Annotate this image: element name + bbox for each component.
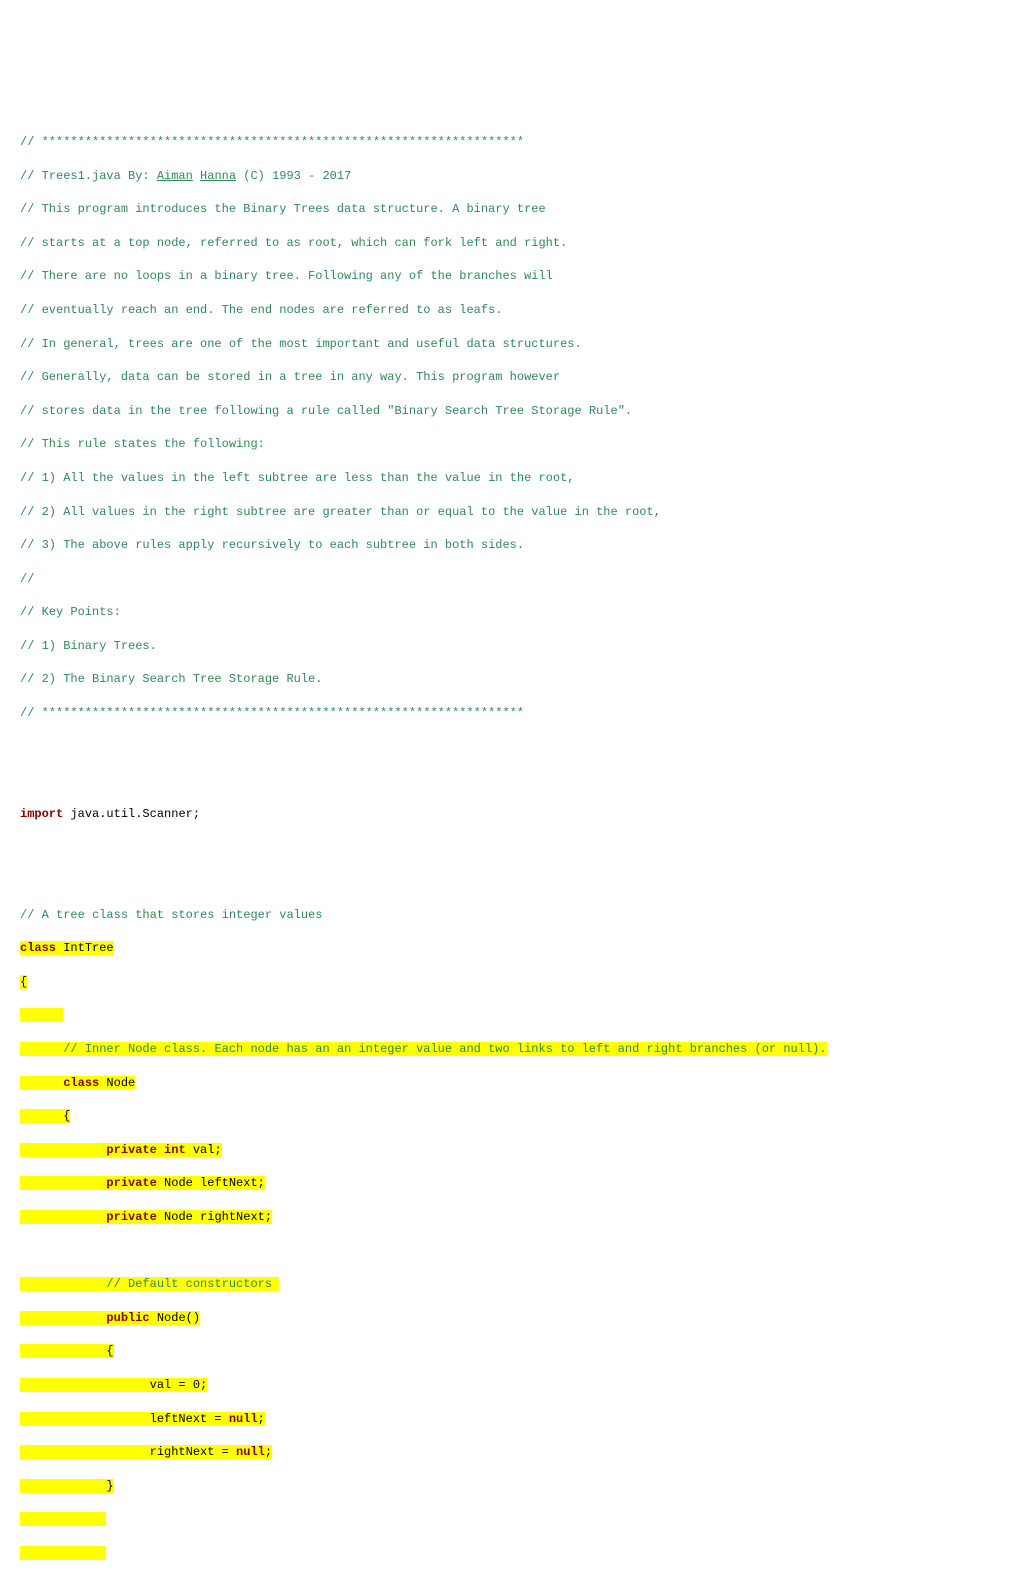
field-declaration: private int val; bbox=[106, 1143, 221, 1157]
constructor-declaration: public Node() bbox=[106, 1311, 200, 1325]
comment-line: // A tree class that stores integer valu… bbox=[20, 908, 322, 922]
indent bbox=[20, 1479, 106, 1493]
comment-line: // 1) All the values in the left subtree… bbox=[20, 471, 575, 485]
indent bbox=[20, 1344, 106, 1358]
indent bbox=[20, 1008, 63, 1022]
comment-line: // Generally, data can be stored in a tr… bbox=[20, 370, 560, 384]
indent bbox=[20, 1311, 106, 1325]
indent bbox=[20, 1210, 106, 1224]
indent bbox=[20, 1277, 106, 1291]
brace: { bbox=[63, 1109, 70, 1123]
indent bbox=[20, 1378, 150, 1392]
indent bbox=[20, 1042, 63, 1056]
comment-line: // *************************************… bbox=[20, 135, 524, 149]
indent bbox=[20, 1512, 106, 1526]
statement: val = 0; bbox=[150, 1378, 208, 1392]
indent bbox=[20, 1076, 63, 1090]
comment-line: // Inner Node class. Each node has an an… bbox=[63, 1042, 826, 1056]
indent bbox=[20, 1176, 106, 1190]
brace: } bbox=[106, 1479, 113, 1493]
comment-line: // This program introduces the Binary Tr… bbox=[20, 202, 546, 216]
comment-line: // Default constructors bbox=[106, 1277, 279, 1291]
class-declaration: class Node bbox=[63, 1076, 135, 1090]
field-declaration: private Node rightNext; bbox=[106, 1210, 272, 1224]
indent bbox=[20, 1412, 150, 1426]
comment-line: // 2) The Binary Search Tree Storage Rul… bbox=[20, 672, 322, 686]
indent bbox=[20, 1445, 150, 1459]
comment-line: // This rule states the following: bbox=[20, 437, 265, 451]
indent bbox=[20, 1546, 106, 1560]
comment-line: // In general, trees are one of the most… bbox=[20, 337, 582, 351]
comment-line: // 3) The above rules apply recursively … bbox=[20, 538, 524, 552]
statement: leftNext = null; bbox=[150, 1412, 265, 1426]
code-document: // *************************************… bbox=[20, 117, 1000, 1576]
comment-line: // 2) All values in the right subtree ar… bbox=[20, 505, 661, 519]
comment-line: // Key Points: bbox=[20, 605, 121, 619]
comment-line: // *************************************… bbox=[20, 706, 524, 720]
comment-line: // stores data in the tree following a r… bbox=[20, 404, 632, 418]
brace: { bbox=[106, 1344, 113, 1358]
import-path: java.util.Scanner; bbox=[63, 807, 200, 821]
indent bbox=[20, 1143, 106, 1157]
field-declaration: private Node leftNext; bbox=[106, 1176, 264, 1190]
comment-line: // starts at a top node, referred to as … bbox=[20, 236, 567, 250]
comment-line: // bbox=[20, 572, 34, 586]
comment-line: // 1) Binary Trees. bbox=[20, 639, 157, 653]
brace: { bbox=[20, 975, 27, 989]
statement: rightNext = null; bbox=[150, 1445, 272, 1459]
import-keyword: import bbox=[20, 807, 63, 821]
comment-line: // eventually reach an end. The end node… bbox=[20, 303, 502, 317]
class-declaration: class IntTree bbox=[20, 941, 114, 955]
comment-line: // There are no loops in a binary tree. … bbox=[20, 269, 553, 283]
indent bbox=[20, 1109, 63, 1123]
comment-line: // Trees1.java By: Aiman Hanna (C) 1993 … bbox=[20, 169, 351, 183]
